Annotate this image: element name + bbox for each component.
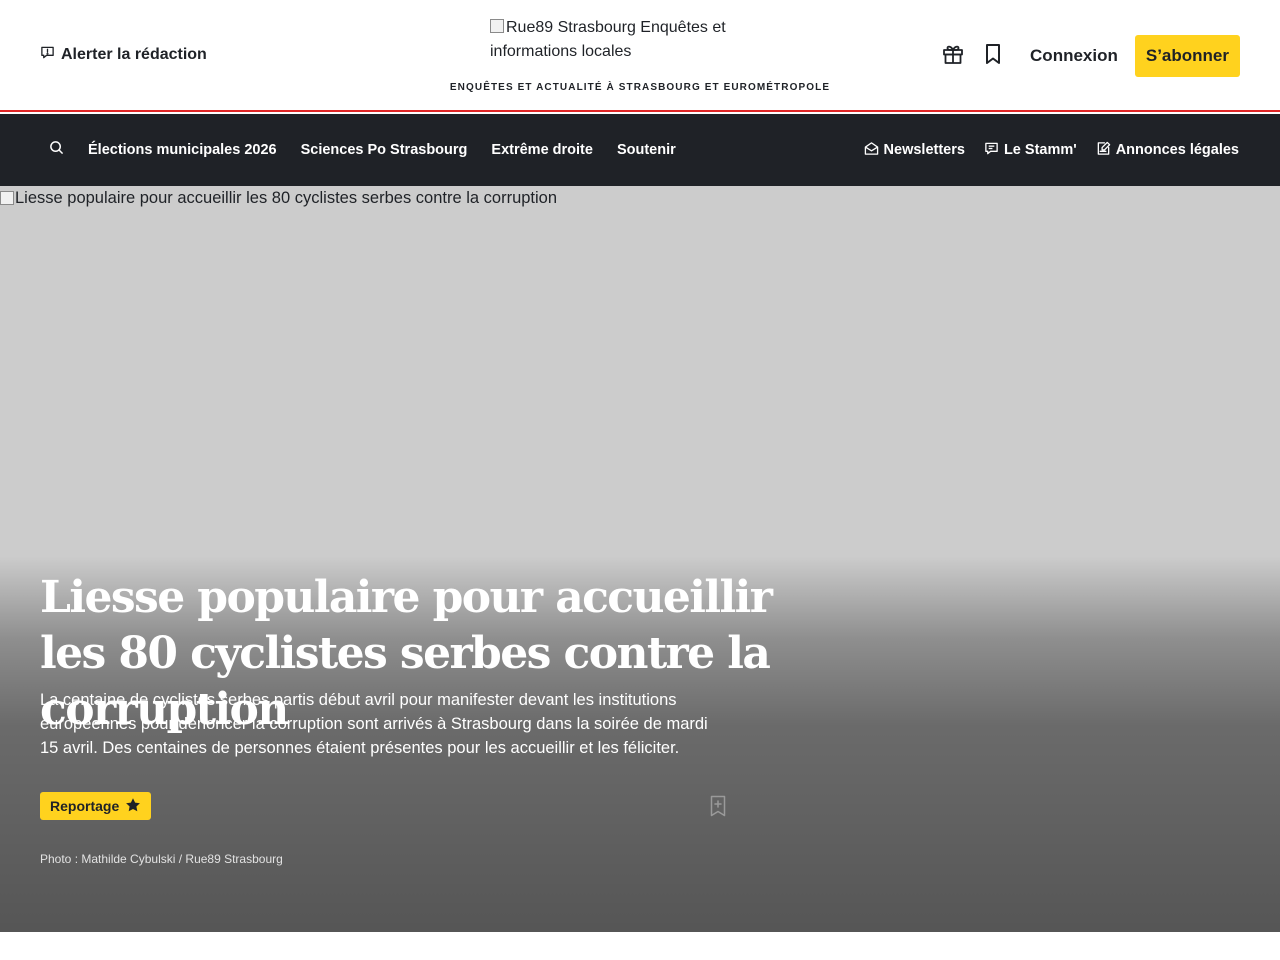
photo-credit: Photo : Mathilde Cybulski / Rue89 Strasb… xyxy=(40,852,283,866)
envelope-icon xyxy=(864,141,879,160)
broken-image-icon xyxy=(0,191,14,205)
nav-item-annonces-legales[interactable]: Annonces légales xyxy=(1096,141,1239,160)
bookmarks-button[interactable] xyxy=(973,35,1013,77)
hero-image: Liesse populaire pour accueillir les 80 … xyxy=(0,186,557,210)
broken-image-icon xyxy=(490,19,504,33)
badge-label: Reportage xyxy=(50,798,120,814)
edit-document-icon xyxy=(1096,141,1111,160)
header-actions: Connexion S’abonner xyxy=(933,35,1240,77)
alert-newsroom-label: Alerter la rédaction xyxy=(61,46,207,63)
site-header: Alerter la rédaction Rue89 Strasbourg En… xyxy=(0,0,1280,112)
star-icon xyxy=(125,797,141,816)
nav-item-le-stamm[interactable]: Le Stamm' xyxy=(984,141,1077,160)
nav-right: Newsletters Le Stamm' Annonces légales xyxy=(845,114,1239,186)
site-logo-alt-text: Rue89 Strasbourg Enquêtes et information… xyxy=(490,19,726,60)
nav-item-soutenir[interactable]: Soutenir xyxy=(617,142,676,158)
gift-button[interactable] xyxy=(933,35,973,77)
site-tagline: ENQUÊTES ET ACTUALITÉ À STRASBOURG ET EU… xyxy=(449,82,831,93)
subscribe-button[interactable]: S’abonner xyxy=(1134,35,1240,77)
nav-item-sciences-po[interactable]: Sciences Po Strasbourg xyxy=(301,142,468,158)
nav-newsletters-label: Newsletters xyxy=(883,142,965,158)
bookmark-add-icon xyxy=(706,795,730,822)
article-lead: La centaine de cyclistes serbes partis d… xyxy=(40,691,708,757)
main-nav: Élections municipales 2026 Sciences Po S… xyxy=(0,114,1280,186)
nav-item-newsletters[interactable]: Newsletters xyxy=(864,141,965,160)
reportage-badge: Reportage xyxy=(40,792,152,820)
search-icon xyxy=(49,140,64,160)
site-logo[interactable]: Rue89 Strasbourg Enquêtes et information… xyxy=(490,16,790,64)
nav-le-stamm-label: Le Stamm' xyxy=(1003,142,1077,158)
nav-item-extreme-droite[interactable]: Extrême droite xyxy=(491,142,593,158)
hero-image-alt-text: Liesse populaire pour accueillir les 80 … xyxy=(15,189,558,207)
nav-item-elections[interactable]: Élections municipales 2026 xyxy=(88,142,277,158)
nav-search-button[interactable] xyxy=(46,140,66,160)
message-alert-icon xyxy=(40,45,55,65)
gift-icon xyxy=(941,42,965,71)
nav-left: Élections municipales 2026 Sciences Po S… xyxy=(46,114,700,186)
bookmark-icon xyxy=(981,42,1005,71)
chat-icon xyxy=(984,141,999,160)
login-link[interactable]: Connexion xyxy=(1030,46,1118,66)
nav-annonces-legales-label: Annonces légales xyxy=(1115,142,1239,158)
hero-article[interactable]: Liesse populaire pour accueillir les 80 … xyxy=(0,186,1280,932)
alert-newsroom-link[interactable]: Alerter la rédaction xyxy=(40,45,207,65)
save-article-button[interactable] xyxy=(706,794,730,818)
